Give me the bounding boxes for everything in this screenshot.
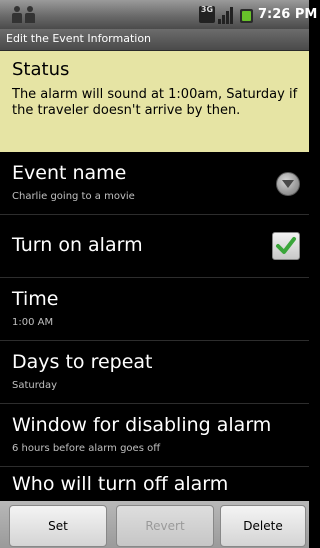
status-panel: Status The alarm will sound at 1:00am, S… — [0, 51, 309, 152]
days-to-repeat-row[interactable]: Days to repeat Saturday — [0, 341, 309, 404]
set-button[interactable]: Set — [9, 505, 107, 547]
page-title: Edit the Event Information — [6, 32, 152, 45]
status-bar: 3G 7:26 PM — [0, 0, 317, 29]
turn-on-alarm-label: Turn on alarm — [12, 234, 143, 256]
days-to-repeat-label: Days to repeat — [12, 351, 153, 373]
delete-button[interactable]: Delete — [220, 505, 306, 547]
days-to-repeat-value: Saturday — [12, 380, 58, 391]
battery-charging-icon — [240, 7, 253, 23]
who-label: Who will turn off alarm — [12, 473, 229, 495]
time-row[interactable]: Time 1:00 AM — [0, 278, 309, 341]
who-row[interactable]: Who will turn off alarm — [0, 467, 309, 501]
button-bar: Set Revert Delete — [0, 501, 309, 548]
title-bar: Edit the Event Information — [0, 29, 309, 51]
status-title: Status — [12, 59, 70, 80]
window-value: 6 hours before alarm goes off — [12, 443, 161, 454]
window-label: Window for disabling alarm — [12, 414, 272, 436]
3g-icon: 3G — [199, 6, 215, 23]
usb-debug-icon — [12, 6, 42, 24]
time-value: 1:00 AM — [12, 317, 54, 328]
clock: 7:26 PM — [258, 7, 318, 22]
window-row[interactable]: Window for disabling alarm 6 hours befor… — [0, 404, 309, 467]
checkmark-icon — [276, 237, 296, 254]
event-name-label: Event name — [12, 162, 127, 184]
turn-on-alarm-row[interactable]: Turn on alarm — [0, 215, 309, 278]
dropdown-arrow-icon[interactable] — [276, 172, 300, 196]
event-name-value: Charlie going to a movie — [12, 191, 135, 202]
status-message: The alarm will sound at 1:00am, Saturday… — [12, 87, 298, 118]
time-label: Time — [12, 288, 59, 310]
revert-button[interactable]: Revert — [116, 505, 214, 547]
alarm-checkbox[interactable] — [272, 232, 300, 260]
signal-icon — [218, 6, 236, 24]
event-name-row[interactable]: Event name Charlie going to a movie — [0, 152, 309, 215]
